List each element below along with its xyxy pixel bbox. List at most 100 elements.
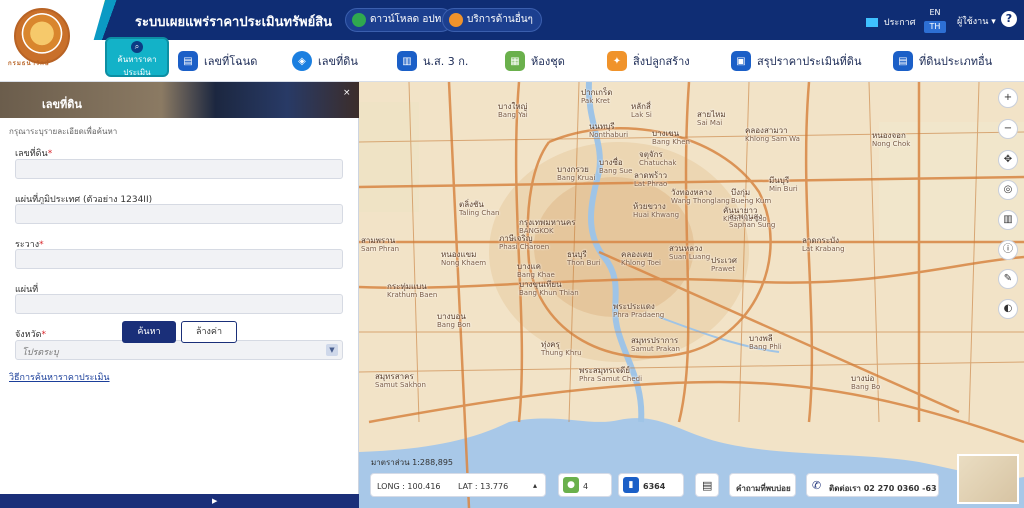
map-label: บางขุนเทียน Bang Khun Thian	[519, 280, 579, 297]
map-label: สวนหลวง Suan Luang	[669, 244, 711, 261]
nav-item-deed-number[interactable]: ▤ เลขที่โฉนด	[178, 50, 257, 72]
map-label: บางใหญ่ Bang Yai	[498, 102, 528, 119]
map-label: บางบอน Bang Bon	[437, 312, 471, 329]
province-select[interactable]: โปรดระบุ ▼	[15, 340, 343, 360]
zoom-out-button[interactable]: −	[998, 119, 1018, 139]
contact-label: ติดต่อเรา 02 270 0360 -63	[829, 484, 937, 493]
caret-down-icon: ▾	[988, 17, 996, 27]
lang-th-button[interactable]: TH	[924, 21, 946, 33]
ravang-field[interactable]	[15, 249, 343, 269]
topo-sheet-field[interactable]	[15, 204, 343, 224]
map-label: พระประแดง Phra Pradaeng	[613, 302, 665, 319]
online-users-count: 4	[583, 482, 589, 491]
map-label: ทุ่งครุ Thung Khru	[541, 340, 582, 357]
clear-button[interactable]: ล้างค่า	[181, 321, 237, 343]
map-icon: ▥	[397, 51, 417, 71]
building-icon: ▦	[505, 51, 525, 71]
nav-item-construction[interactable]: ✦ สิ่งปลูกสร้าง	[607, 50, 690, 72]
deed-icon: ▤	[178, 51, 198, 71]
zoom-in-button[interactable]: +	[998, 88, 1018, 108]
map-label: นนทบุรี Nonthaburi	[589, 122, 629, 139]
panel-hint: กรุณาระบุรายละเอียดเพื่อค้นหา	[9, 127, 118, 136]
nav-item-condo[interactable]: ▦ ห้องชุด	[505, 50, 565, 72]
user-label: ผู้ใช้งาน	[957, 17, 989, 27]
handshake-icon: ✦	[607, 51, 627, 71]
nav-item-label: สรุปราคาประเมินที่ดิน	[757, 55, 862, 68]
trash-icon[interactable]: ▥	[998, 210, 1018, 230]
visits-count: 6364	[643, 482, 666, 491]
map-canvas	[359, 82, 1024, 508]
nav-item-label: ห้องชุด	[531, 55, 565, 68]
search-panel: เลขที่ดิน × กรุณาระบุรายละเอียดเพื่อค้นห…	[0, 82, 359, 495]
map-label: ตลิ่งชัน Taling Chan	[459, 200, 500, 217]
map-label: หลักสี่ Lak Si	[631, 102, 652, 119]
download-button[interactable]: ดาวน์โหลด อปท.	[345, 8, 454, 32]
nav-item-land-number[interactable]: ◈ เลขที่ดิน	[292, 50, 358, 72]
announce-link[interactable]: ประกาศ	[866, 15, 916, 28]
map-label: คลองสามวา Khlong Sam Wa	[745, 126, 800, 143]
longitude: LONG : 100.416	[377, 482, 441, 491]
visits-box: ▮ 6364	[618, 473, 684, 497]
map-label: บึงกุ่ม Bueng Kum	[731, 188, 772, 205]
nav-item-label: ที่ดินประเภทอื่น	[919, 55, 993, 68]
download-label: ดาวน์โหลด อปท.	[370, 14, 445, 25]
map-label: บางพลี Bang Phli	[749, 334, 782, 351]
coordinates-box: LONG : 100.416 LAT : 13.776 ▴	[370, 473, 546, 497]
map-label: สมุทรสาคร Samut Sakhon	[375, 372, 426, 389]
tab-search-appraisal[interactable]: ⌕ ค้นหาราคาประเมิน	[105, 37, 169, 77]
map-label: บางซื่อ Bang Sue	[599, 158, 633, 175]
map-label: ปากเกร็ด Pak Kret	[581, 88, 613, 105]
locate-icon[interactable]: ◎	[998, 180, 1018, 200]
map-label: ลาดกระบัง Lat Krabang	[802, 236, 845, 253]
ruler-icon[interactable]: ✎	[998, 269, 1018, 289]
close-icon[interactable]: ×	[343, 88, 351, 98]
document-icon: ▤	[893, 51, 913, 71]
map-view[interactable]: ปากเกร็ด Pak Kret บางใหญ่ Bang Yai หลักสี่…	[359, 82, 1024, 508]
announce-label: ประกาศ	[883, 18, 916, 28]
info-icon[interactable]: ⓘ	[998, 240, 1018, 260]
move-icon[interactable]: ✥	[998, 150, 1018, 170]
nav-item-land-summary[interactable]: ▣ สรุปราคาประเมินที่ดิน	[731, 50, 861, 72]
map-label: หนองจอก Nong Chok	[872, 131, 911, 148]
clipboard-button[interactable]: ▤	[695, 473, 719, 497]
faq-button[interactable]: คำถามที่พบบ่อย	[729, 473, 796, 497]
phone-icon: ✆	[812, 479, 822, 492]
user-menu[interactable]: ผู้ใช้งาน ▾	[957, 14, 996, 27]
help-button[interactable]: ?	[1001, 11, 1017, 27]
caret-up-icon[interactable]: ▴	[533, 481, 537, 490]
map-label: มีนบุรี Min Buri	[769, 176, 798, 193]
contact-button[interactable]: ✆ ติดต่อเรา 02 270 0360 -63	[806, 473, 939, 497]
minimap[interactable]	[957, 454, 1019, 504]
sheet-field[interactable]	[15, 294, 343, 314]
map-label: หนองแขม Nong Khaem	[441, 250, 487, 267]
search-tab-label: ค้นหาราคาประเมิน	[117, 55, 157, 77]
province-placeholder: โปรดระบุ	[22, 348, 59, 358]
map-label: กระทุ่มแบน Krathum Baen	[387, 282, 438, 299]
services-label: บริการด้านอื่นๆ	[467, 14, 533, 25]
treasury-logo[interactable]	[14, 8, 70, 64]
map-label: สามพราน Sam Phran	[361, 236, 400, 253]
map-label: บางเขน Bang Khen	[652, 129, 690, 146]
user-icon: ●	[563, 477, 579, 493]
map-label: ธนบุรี Thon Buri	[567, 250, 601, 267]
map-label: จตุจักร Chatuchak	[639, 150, 677, 167]
other-services-button[interactable]: บริการด้านอื่นๆ	[442, 8, 542, 32]
person-icon	[449, 13, 463, 27]
land-number-label: เลขที่ดิน*	[15, 149, 53, 159]
map-label: สายไหม Sai Mai	[697, 110, 726, 127]
search-method-link[interactable]: วิธีการค้นหาราคาประเมิน	[9, 370, 110, 384]
expand-icon[interactable]: ▶	[212, 497, 217, 505]
panel-title: เลขที่ดิน	[42, 98, 82, 111]
bar-chart-icon: ▮	[623, 477, 639, 493]
search-button[interactable]: ค้นหา	[122, 321, 176, 343]
map-label: ภาษีเจริญ Phasi Charoen	[499, 234, 550, 251]
nav-item-other-land[interactable]: ▤ ที่ดินประเภทอื่น	[893, 50, 992, 72]
compass-icon[interactable]: ◐	[998, 299, 1018, 319]
land-number-field[interactable]	[15, 159, 343, 179]
nav-item-label: สิ่งปลูกสร้าง	[633, 55, 690, 68]
nav-item-label: เลขที่โฉนด	[204, 55, 258, 68]
map-label: สมุทรปราการ Samut Prakan	[631, 336, 680, 353]
lang-en-button[interactable]: EN	[924, 7, 946, 19]
nav-item-ns3k[interactable]: ▥ น.ส. 3 ก.	[397, 50, 468, 72]
app-title: ระบบเผยแพร่ราคาประเมินทรัพย์สิน	[135, 15, 333, 30]
